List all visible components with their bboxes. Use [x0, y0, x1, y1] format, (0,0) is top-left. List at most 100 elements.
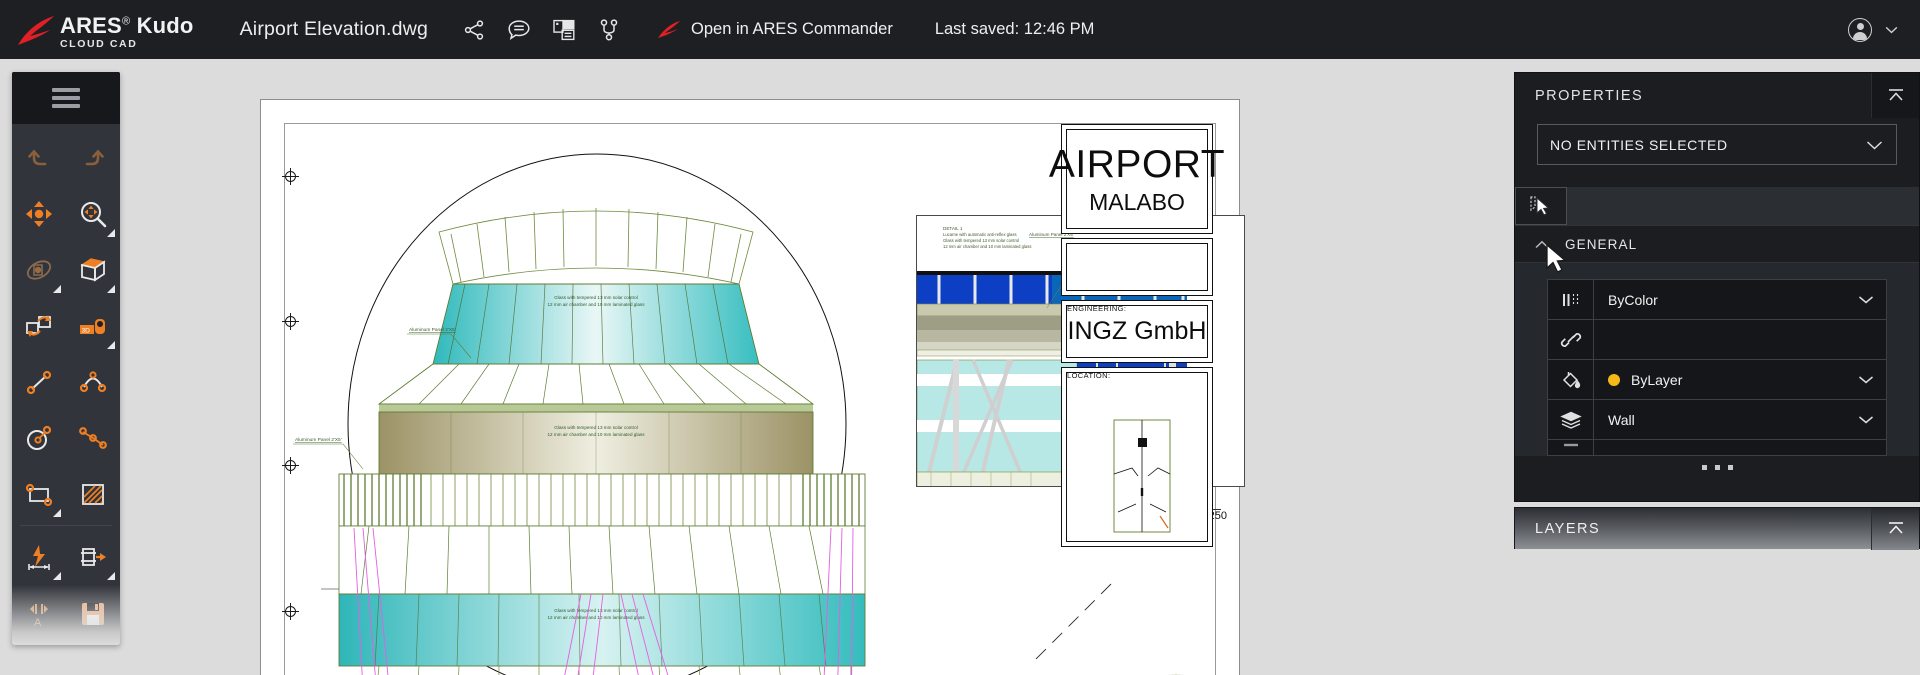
insert-block-tool[interactable]: [66, 529, 120, 585]
entity-selection-dropdown[interactable]: NO ENTITIES SELECTED: [1537, 124, 1897, 165]
layers-panel: LAYERS: [1514, 507, 1920, 550]
flyout-indicator[interactable]: [53, 509, 61, 517]
linetype-value: ByColor: [1608, 291, 1658, 308]
entity-selection-wrap: NO ENTITIES SELECTED: [1515, 118, 1919, 187]
save-tool[interactable]: [66, 585, 120, 641]
document-filename[interactable]: Airport Elevation.dwg: [240, 18, 428, 41]
color-row[interactable]: ByLayer: [1548, 360, 1886, 400]
text-align-icon: A: [30, 604, 48, 628]
zoom-tool[interactable]: [66, 186, 120, 242]
color-value: ByLayer: [1631, 371, 1683, 388]
detail-note-l2: Glass with tempered 13 mm solar control: [943, 238, 1019, 243]
arc-icon: [79, 371, 107, 393]
color-swatch: [1608, 373, 1620, 386]
left-tool-palette: 3D A: [12, 72, 120, 645]
floppy-save-icon: [82, 603, 104, 625]
text-tool[interactable]: A: [12, 585, 66, 641]
location-label: LOCATION:: [1067, 371, 1111, 380]
selection-cursor-icon: [1530, 196, 1550, 216]
orbit-tool[interactable]: [12, 242, 66, 298]
line-tool[interactable]: [12, 354, 66, 410]
title-block-empty: [1061, 238, 1213, 296]
redo-arrow-icon: [85, 149, 104, 166]
move-copy-icon: [26, 315, 51, 337]
chevron-down-icon[interactable]: [1858, 375, 1874, 384]
publish-icon[interactable]: [550, 16, 578, 44]
general-group-header[interactable]: GENERAL: [1515, 225, 1919, 263]
layers-panel-header: LAYERS: [1514, 507, 1920, 550]
chevron-down-icon[interactable]: [1858, 415, 1874, 424]
chevron-down-icon[interactable]: [1858, 295, 1874, 304]
general-group-title: GENERAL: [1565, 236, 1638, 252]
hatch-tool[interactable]: [66, 466, 120, 522]
brand-product: Kudo: [136, 12, 194, 38]
open-in-ares-commander-button[interactable]: Open in ARES Commander: [657, 20, 893, 40]
rectangle-tool[interactable]: [12, 466, 66, 522]
right-dock: PROPERTIES NO ENTITIES SELECTED GENERAL …: [1514, 59, 1920, 675]
collapse-up-icon: [1888, 88, 1903, 101]
linetype-value-dropdown[interactable]: ByColor: [1594, 280, 1886, 319]
hatch-pattern-icon: [82, 484, 104, 505]
version-history-icon[interactable]: [595, 16, 623, 44]
svg-text:A: A: [34, 617, 42, 628]
color-value-dropdown[interactable]: ByLayer: [1594, 360, 1886, 399]
hyperlink-value[interactable]: [1594, 320, 1886, 359]
pan-move-icon: [26, 201, 52, 227]
properties-panel-header: PROPERTIES: [1515, 73, 1919, 118]
linetype-row[interactable]: ByColor: [1548, 280, 1886, 320]
lineweight-row[interactable]: [1548, 440, 1886, 456]
flyout-indicator[interactable]: [53, 285, 61, 293]
hyperlink-row[interactable]: [1548, 320, 1886, 360]
move-entity-tool[interactable]: [12, 298, 66, 354]
quick-dimension-tool[interactable]: [12, 529, 66, 585]
properties-collapse-button[interactable]: [1871, 73, 1919, 118]
layer-value-dropdown[interactable]: Wall: [1594, 400, 1886, 439]
properties-pager-dots[interactable]: [1515, 456, 1919, 478]
arc-tool[interactable]: [66, 354, 120, 410]
redo-tool[interactable]: [66, 130, 120, 186]
entity-selection-value: NO ENTITIES SELECTED: [1550, 136, 1728, 153]
flyout-indicator[interactable]: [107, 285, 115, 293]
glass-note-middle-l1: Glass with tempered 13 mm solar control: [554, 425, 637, 430]
layer-row[interactable]: Wall: [1548, 400, 1886, 440]
lineweight-value[interactable]: [1594, 440, 1886, 455]
header-icon-group: [460, 16, 623, 44]
measure-3d-tool[interactable]: 3D: [66, 298, 120, 354]
ares-swoosh-icon: [16, 15, 56, 49]
pan-tool[interactable]: [12, 186, 66, 242]
detail-note-l3: 12 mm air chamber and 10 mm laminated gl…: [943, 244, 1031, 249]
flyout-indicator[interactable]: [107, 572, 115, 580]
circle-tool[interactable]: [12, 410, 66, 466]
flyout-indicator[interactable]: [107, 229, 115, 237]
flyout-indicator[interactable]: [107, 341, 115, 349]
paint-bucket-icon: [1548, 360, 1594, 399]
detail-note-l1: Lucarne with automatic anti-reflex glass: [943, 232, 1017, 237]
ares-mini-swoosh-icon: [657, 20, 681, 40]
orbit-icon: [26, 260, 52, 280]
svg-text:3D: 3D: [82, 328, 91, 335]
engineering-value: INGZ GmbH: [1067, 317, 1207, 345]
flyout-indicator[interactable]: [53, 572, 61, 580]
drawing-sheet: Glass with tempered 13 mm solar control …: [260, 99, 1245, 675]
share-icon[interactable]: [460, 16, 488, 44]
polyline-tool[interactable]: [66, 410, 120, 466]
comment-icon[interactable]: [505, 16, 533, 44]
tab-selection-filter[interactable]: [1515, 187, 1567, 225]
brand-tagline: CLOUD CAD: [60, 37, 138, 50]
drawing-canvas[interactable]: Glass with tempered 13 mm solar control …: [0, 59, 1514, 675]
chevron-down-icon[interactable]: [1885, 26, 1898, 34]
open-in-ares-commander-label: Open in ARES Commander: [691, 20, 893, 38]
lineweight-icon: [1548, 440, 1594, 455]
brand-registered-mark: ®: [121, 15, 131, 28]
insert-block-icon: [81, 548, 106, 566]
chevron-down-icon[interactable]: [1866, 140, 1883, 150]
undo-tool[interactable]: [12, 130, 66, 186]
view-cube-tool[interactable]: [66, 242, 120, 298]
glass-note-lower-l2: 12 mm air chamber and 10 mm laminated gl…: [547, 615, 645, 620]
account-menu[interactable]: [1848, 17, 1898, 42]
location-detail-drawing: [1113, 419, 1171, 533]
app-logo[interactable]: ARES® Kudo CLOUD CAD: [16, 10, 194, 50]
main-menu-button[interactable]: [12, 72, 120, 124]
properties-tabstrip: [1515, 187, 1919, 225]
layers-collapse-button[interactable]: [1871, 508, 1919, 550]
